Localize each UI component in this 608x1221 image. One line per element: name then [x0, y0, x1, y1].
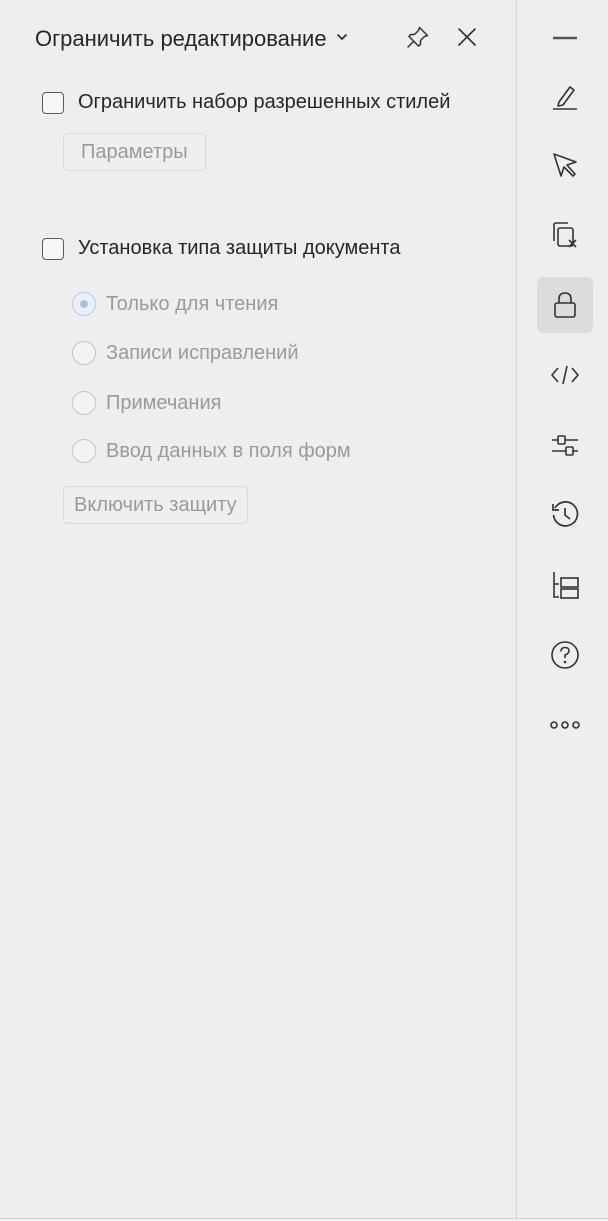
minimize-icon [552, 25, 578, 51]
enable-protection-button[interactable]: Включить защиту [63, 486, 248, 524]
radio-label: Только для чтения [106, 292, 279, 315]
rail-pen-button[interactable] [537, 69, 593, 125]
bottom-border [0, 1218, 608, 1219]
close-button[interactable] [451, 23, 483, 55]
radio-track-changes[interactable]: Записи исправлений [72, 341, 299, 365]
close-icon [456, 26, 478, 53]
restrict-editing-pane: Ограничить редактирование Ограничить наб… [0, 0, 516, 1218]
radio-form-fields[interactable]: Ввод данных в поля форм [72, 439, 351, 463]
pen-icon [550, 82, 580, 112]
radio-comments[interactable]: Примечания [72, 391, 221, 415]
rail-restrict-editing-button[interactable] [537, 277, 593, 333]
sliders-icon [550, 430, 580, 460]
radio-button[interactable] [72, 341, 96, 365]
help-icon [550, 640, 580, 670]
rail-select-button[interactable] [537, 137, 593, 193]
document-protection-checkbox-row[interactable]: Установка типа защиты документа [42, 237, 400, 260]
minimize-button[interactable] [537, 10, 593, 66]
radio-button[interactable] [72, 292, 96, 316]
pane-title: Ограничить редактирование [35, 26, 327, 51]
pin-icon [405, 24, 431, 55]
lock-icon [550, 290, 580, 320]
rail-adjust-button[interactable] [537, 417, 593, 473]
rail-tree-button[interactable] [537, 557, 593, 613]
pin-button[interactable] [402, 23, 434, 55]
rail-help-button[interactable] [537, 627, 593, 683]
rail-history-button[interactable] [537, 487, 593, 543]
copy-clear-icon [550, 220, 580, 250]
rail-clear-format-button[interactable] [537, 207, 593, 263]
cursor-icon [550, 150, 580, 180]
tree-icon [550, 570, 580, 600]
document-protection-label: Установка типа защиты документа [78, 237, 401, 259]
radio-label: Ввод данных в поля форм [106, 439, 351, 462]
restrict-styles-checkbox-row[interactable]: Ограничить набор разрешенных стилей [42, 91, 450, 114]
pane-title-menu[interactable]: Ограничить редактирование [35, 26, 349, 52]
restrict-styles-checkbox[interactable] [42, 91, 64, 114]
side-toolbar [517, 0, 608, 1218]
rail-more-button[interactable] [537, 697, 593, 753]
more-icon [549, 719, 581, 731]
radio-label: Примечания [106, 391, 222, 414]
chevron-down-icon [335, 30, 349, 44]
rail-code-button[interactable] [537, 347, 593, 403]
radio-button[interactable] [72, 439, 96, 463]
radio-label: Записи исправлений [106, 341, 299, 364]
radio-button[interactable] [72, 391, 96, 415]
code-icon [549, 360, 581, 390]
radio-read-only[interactable]: Только для чтения [72, 292, 278, 316]
restrict-styles-label: Ограничить набор разрешенных стилей [78, 91, 451, 113]
history-icon [550, 500, 580, 530]
parameters-button[interactable]: Параметры [63, 133, 206, 171]
document-protection-checkbox[interactable] [42, 237, 64, 260]
